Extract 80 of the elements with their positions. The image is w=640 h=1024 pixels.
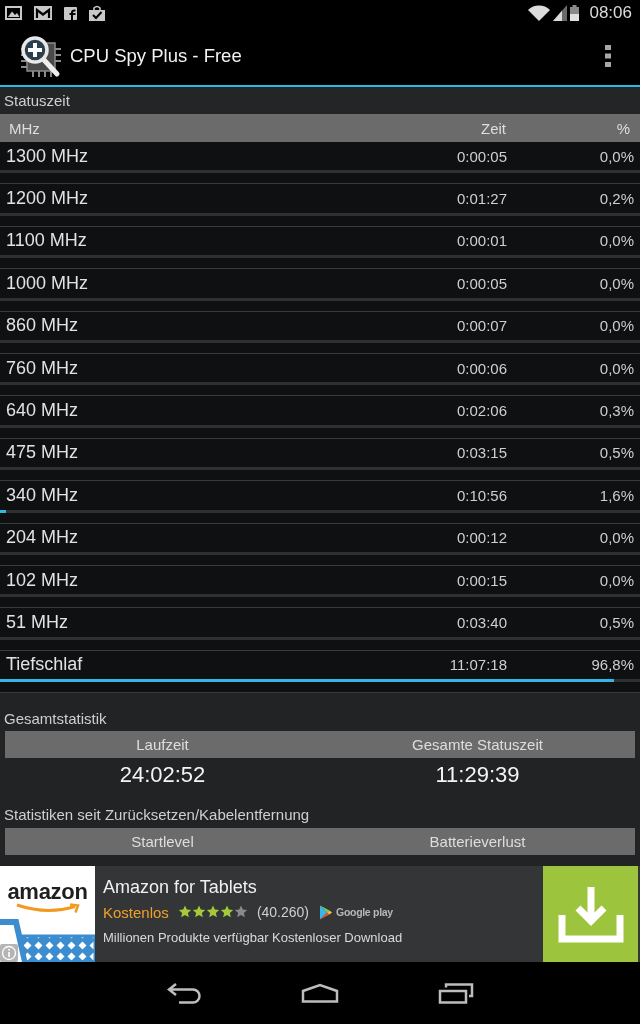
frequency-cell-text: 1000 MHz [6,272,90,294]
time-cell-text: 0:00:01 [455,232,507,250]
signal-icon [553,5,568,21]
time-cell-text: 0:03:40 [455,614,507,631]
percent-cell-text: 0,0% [598,147,634,165]
recents-icon[interactable] [438,982,474,1005]
download-icon [557,885,624,944]
time-cell-text: 0:10:56 [455,486,507,504]
rating-count: (40.260) [256,904,310,921]
star-icon [205,905,220,920]
image-icon [5,6,22,20]
section-title: Statistiken seit Zurücksetzen/Kabelentfernung [4,805,310,823]
percent-cell-text: 0,0% [598,317,634,335]
info-icon[interactable] [0,944,18,963]
column-header: Zeit [480,119,506,137]
column-header: Gesamte Statuszeit [412,736,543,754]
battery-icon [570,5,580,21]
back-icon[interactable] [166,982,202,1005]
time-cell-text: 0:00:12 [455,529,507,547]
more-menu-icon[interactable] [605,44,611,67]
time-cell-text: 11:07:18 [448,656,507,674]
column-header: Batterieverlust [429,833,526,851]
shopping-bag-icon [89,5,105,21]
frequency-cell-text: 204 MHz [6,527,80,549]
frequency-cell-text: 340 MHz [6,484,80,506]
percent-cell-text: 0,2% [598,190,634,208]
frequency-cell-text: 51 MHz [6,612,69,633]
time-cell-text: 0:03:15 [455,444,507,462]
frequency-cell-text: 1200 MHz [6,188,90,210]
frequency-cell-text: 102 MHz [6,569,80,591]
percent-cell-text: 0,0% [598,274,634,292]
frequency-cell-text: 475 MHz [6,442,80,464]
column-header: Laufzeit [136,736,189,754]
section-title: Statuszeit [4,92,70,109]
time-cell-text: 0:00:05 [455,274,507,292]
price-label: Kostenlos [103,903,169,921]
logo-text: amazon [7,880,88,905]
percent-cell-text: 0,0% [598,232,634,250]
shopping-cart-icon [0,918,95,963]
f-logo-icon [64,6,77,20]
ad-title: Amazon for Tablets [103,876,257,900]
star-icon [191,905,206,920]
frequency-cell-text: 1300 MHz [6,145,90,167]
percent-cell-text: 96,8% [590,656,634,674]
envelope-icon [34,6,52,20]
smile-arrow-icon [14,903,81,915]
percent-cell-text: 0,0% [598,359,634,377]
store-label: Google play [336,906,393,919]
column-header: % [615,119,630,137]
time-cell-text: 0:00:07 [455,317,507,335]
time-cell-text: 0:02:06 [455,402,507,420]
percent-cell-text: 0,5% [598,614,634,631]
star-icon [233,905,248,920]
frequency-cell-text: Tiefschlaf [6,654,84,676]
column-header: Startlevel [131,833,194,851]
percent-cell-text: 0,3% [598,402,634,420]
percent-cell-text: 1,6% [598,486,634,504]
section-title: Gesamtstatistik [4,709,107,727]
frequency-cell-text: 1100 MHz [6,230,88,252]
wifi-icon [528,5,551,21]
ad-description: Millionen Produkte verfügbar Kostenloser Download [103,930,403,946]
frequency-cell-text: 640 MHz [6,400,80,422]
time-cell-text: 0:00:15 [455,571,507,589]
time-cell-text: 0:00:06 [455,359,507,377]
home-icon[interactable] [301,983,339,1004]
star-icon [177,905,192,920]
star-icon [219,905,234,920]
time-cell-text: 0:01:27 [455,190,507,208]
frequency-cell-text: 860 MHz [6,315,80,337]
clock-time: 08:06 [589,3,632,23]
column-header: MHz [9,119,41,137]
stat-value: 24:02:52 [119,762,206,789]
percent-cell-text: 0,0% [598,529,634,547]
time-cell-text: 0:00:05 [455,147,507,165]
stat-value: 11:29:39 [435,762,520,789]
percent-cell-text: 0,5% [598,444,634,462]
app-title: CPU Spy Plus - Free [70,44,242,67]
play-triangle-icon [319,904,333,920]
frequency-cell-text: 760 MHz [6,357,80,379]
percent-cell-text: 0,0% [598,571,634,589]
